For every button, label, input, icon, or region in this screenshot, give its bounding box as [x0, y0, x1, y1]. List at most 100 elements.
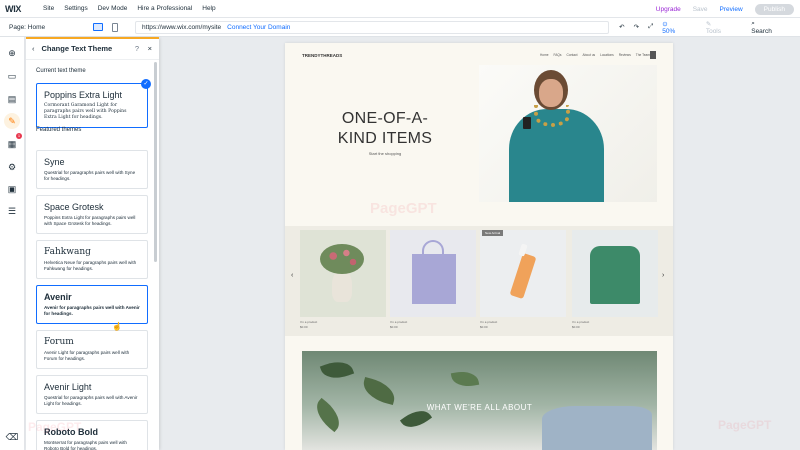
save-button[interactable]: Save: [693, 6, 708, 13]
theme-card-syne[interactable]: Syne Questrial for paragraphs pairs well…: [36, 150, 148, 189]
watermark: PageGPT: [718, 418, 772, 432]
product-price: $0.00: [300, 325, 308, 329]
theme-desc: Montserrat for paragraphs pairs well wit…: [44, 440, 127, 450]
pages-icon[interactable]: ▤: [6, 93, 18, 105]
theme-desc: Questrial for paragraphs pairs well with…: [44, 170, 136, 181]
check-icon: ✓: [141, 79, 151, 89]
product-image-serum[interactable]: [480, 230, 566, 317]
nav-contact[interactable]: Contact: [567, 53, 578, 57]
url-bar[interactable]: https://www.wix.com/mysite Connect Your …: [135, 20, 610, 34]
desktop-icon[interactable]: [93, 23, 104, 31]
theme-desc: Helvetica Neue for paragraphs pairs well…: [44, 260, 137, 271]
zoom-value: 50%: [662, 27, 676, 35]
theme-desc: Cormorant Garamond Light for paragraphs …: [44, 103, 127, 120]
site-canvas[interactable]: TRENDYTHREADS Home FAQs Contact About us…: [285, 43, 673, 450]
nav-reviews[interactable]: Reviews: [619, 53, 631, 57]
nav-about[interactable]: About us: [583, 53, 596, 57]
theme-title: Avenir: [44, 292, 72, 302]
menu-help[interactable]: Help: [202, 5, 215, 12]
tools-icon: ✎: [705, 20, 712, 28]
leaf-shape: [450, 368, 480, 390]
top-bar: WIX Site Settings Dev Mode Hire a Profes…: [0, 0, 800, 18]
search-button[interactable]: ⌕ Search: [751, 20, 791, 35]
apps-icon[interactable]: ▦: [6, 138, 18, 150]
add-icon[interactable]: ⊕: [6, 47, 18, 59]
product-name[interactable]: I'm a product: [572, 320, 589, 324]
theme-card-avenir[interactable]: Avenir Avenir for paragraphs pairs well …: [36, 285, 148, 324]
nav-faqs[interactable]: FAQs: [554, 53, 562, 57]
panel-scrollbar[interactable]: [154, 62, 157, 262]
denim-shape: [542, 406, 652, 450]
nav-locations[interactable]: Locations: [600, 53, 614, 57]
media-icon[interactable]: ▣: [6, 183, 18, 195]
necklace-shape: [534, 105, 570, 127]
about-section-image[interactable]: WHAT WE'RE ALL ABOUT: [302, 351, 657, 450]
wix-logo[interactable]: WIX: [5, 4, 33, 14]
hero-title[interactable]: ONE-OF-A- KIND ITEMS: [310, 109, 460, 149]
product-image-sweater[interactable]: [572, 230, 658, 317]
product-image-flowers[interactable]: [300, 230, 386, 317]
theme-card-space-grotesk[interactable]: Space Grotesk Poppins Extra Light for pa…: [36, 195, 148, 234]
theme-title: Forum: [44, 337, 74, 347]
phone-shape: [523, 117, 531, 129]
zoom-level[interactable]: ⊙ 50%: [662, 20, 697, 35]
product-price: $0.00: [572, 325, 580, 329]
nav-team[interactable]: The Team: [636, 53, 650, 57]
gallery-prev-icon[interactable]: ‹: [291, 272, 293, 279]
product-name[interactable]: I'm a product: [390, 320, 407, 324]
preview-button[interactable]: Preview: [720, 6, 743, 13]
menu-site[interactable]: Site: [43, 5, 54, 12]
cms-icon[interactable]: ☰: [6, 205, 18, 217]
mouse-cursor: ☝: [112, 322, 122, 331]
gallery-next-icon[interactable]: ›: [662, 272, 664, 279]
current-theme-card[interactable]: ✓ Poppins Extra Light Cormorant Garamond…: [36, 79, 151, 128]
theme-card-avenir-light[interactable]: Avenir Light Questrial for paragraphs pa…: [36, 375, 148, 414]
theme-title: Space Grotesk: [44, 202, 104, 212]
watermark: PageGPT: [370, 200, 437, 217]
product-image-tote[interactable]: [390, 230, 476, 317]
mobile-icon[interactable]: [112, 22, 119, 32]
help-icon[interactable]: ?: [135, 44, 139, 53]
product-name[interactable]: I'm a product: [480, 320, 497, 324]
page-selector[interactable]: Page: Home: [9, 24, 84, 31]
products-gallery: ‹ › New Arrival I'm a product $0.00 I'm …: [285, 226, 673, 336]
theme-desc: Questrial for paragraphs pairs well with…: [44, 395, 138, 406]
tools-button[interactable]: ✎ Tools: [706, 20, 742, 35]
menu-hire[interactable]: Hire a Professional: [137, 5, 192, 12]
change-text-theme-panel: ‹ Change Text Theme ? × Current text the…: [26, 37, 159, 450]
current-theme-label: Current text theme: [36, 68, 86, 74]
notification-badge: 1: [16, 133, 22, 139]
menu-dev-mode[interactable]: Dev Mode: [98, 5, 128, 12]
upgrade-button[interactable]: Upgrade: [656, 6, 681, 13]
product-price: $0.00: [480, 325, 488, 329]
panel-header: ‹ Change Text Theme ? ×: [26, 38, 159, 60]
about-title[interactable]: WHAT WE'RE ALL ABOUT: [302, 403, 657, 412]
cart-icon[interactable]: [650, 51, 656, 59]
zoom-icon: ⊙: [662, 20, 668, 28]
watermark: PageGPT: [28, 420, 82, 434]
hero-image[interactable]: [479, 65, 657, 202]
hero-subtitle[interactable]: Start the shopping: [310, 151, 460, 156]
undo-icon[interactable]: ↶: [619, 23, 624, 31]
woman-face-shape: [539, 79, 563, 107]
redo-icon[interactable]: ↷: [634, 23, 639, 31]
leaf-shape: [319, 356, 355, 384]
theme-card-fahkwang[interactable]: Fahkwang Helvetica Neue for paragraphs p…: [36, 240, 148, 279]
business-icon[interactable]: ⚙: [6, 161, 18, 173]
site-design-icon[interactable]: ✎: [4, 113, 20, 129]
editor-subbar: Page: Home https://www.wix.com/mysite Co…: [0, 18, 800, 37]
expand-icon[interactable]: ⤢: [648, 23, 653, 31]
sections-icon[interactable]: ▭: [6, 70, 18, 82]
site-logo[interactable]: TRENDYTHREADS: [302, 53, 342, 58]
left-toolbar: ⊕ ▭ ▤ ✎ ▦ 1 ⚙ ▣ ☰ ⌫: [0, 37, 25, 450]
back-icon[interactable]: ‹: [32, 44, 35, 53]
connect-domain-link[interactable]: Connect Your Domain: [227, 24, 290, 31]
menu-settings[interactable]: Settings: [64, 5, 88, 12]
nav-home[interactable]: Home: [540, 53, 549, 57]
delete-icon[interactable]: ⌫: [6, 431, 19, 443]
hero-line-2: KIND ITEMS: [337, 130, 433, 147]
close-icon[interactable]: ×: [148, 44, 152, 53]
product-name[interactable]: I'm a product: [300, 320, 317, 324]
publish-button[interactable]: Publish: [754, 3, 794, 15]
theme-card-forum[interactable]: Forum Avenir Light for paragraphs pairs …: [36, 330, 148, 369]
